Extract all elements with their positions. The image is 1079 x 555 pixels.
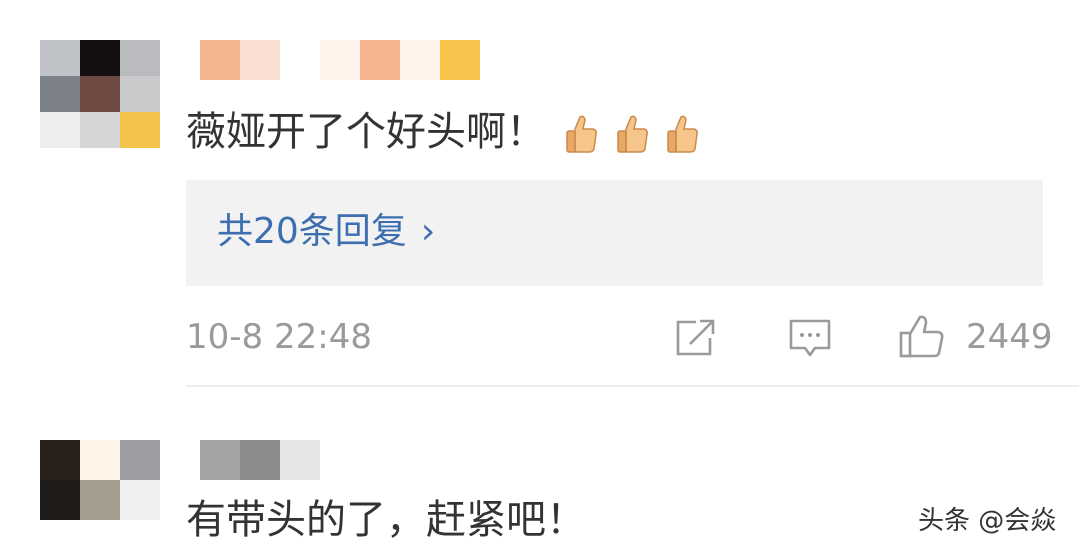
username-redacted[interactable] xyxy=(200,440,320,480)
avatar[interactable] xyxy=(40,40,160,148)
watermark: 头条 @会焱 xyxy=(918,506,1057,536)
comment-timestamp: 10-8 22:48 xyxy=(186,317,372,357)
thumbs-up-icon xyxy=(667,115,699,153)
avatar[interactable] xyxy=(40,440,160,520)
thumbs-up-icon xyxy=(616,115,648,153)
like-count: 2449 xyxy=(966,317,1053,357)
divider xyxy=(186,385,1079,387)
like-icon[interactable] xyxy=(898,314,946,360)
comment-text: 薇娅开了个好头啊！ xyxy=(186,112,703,155)
comment-icon[interactable] xyxy=(788,318,832,358)
comment-text: 有带头的了，赶紧吧！ xyxy=(186,497,586,543)
replies-label: 共20条回复 xyxy=(217,211,407,252)
view-replies-link[interactable]: 共20条回复 › xyxy=(217,214,435,250)
thumbs-up-icon xyxy=(566,115,597,153)
username-redacted[interactable] xyxy=(200,40,480,80)
chevron-right-icon: › xyxy=(420,211,436,252)
share-icon[interactable] xyxy=(674,318,716,358)
thumbs-up-emoji-group xyxy=(564,113,703,155)
comment-text-content: 薇娅开了个好头啊！ xyxy=(186,109,546,155)
